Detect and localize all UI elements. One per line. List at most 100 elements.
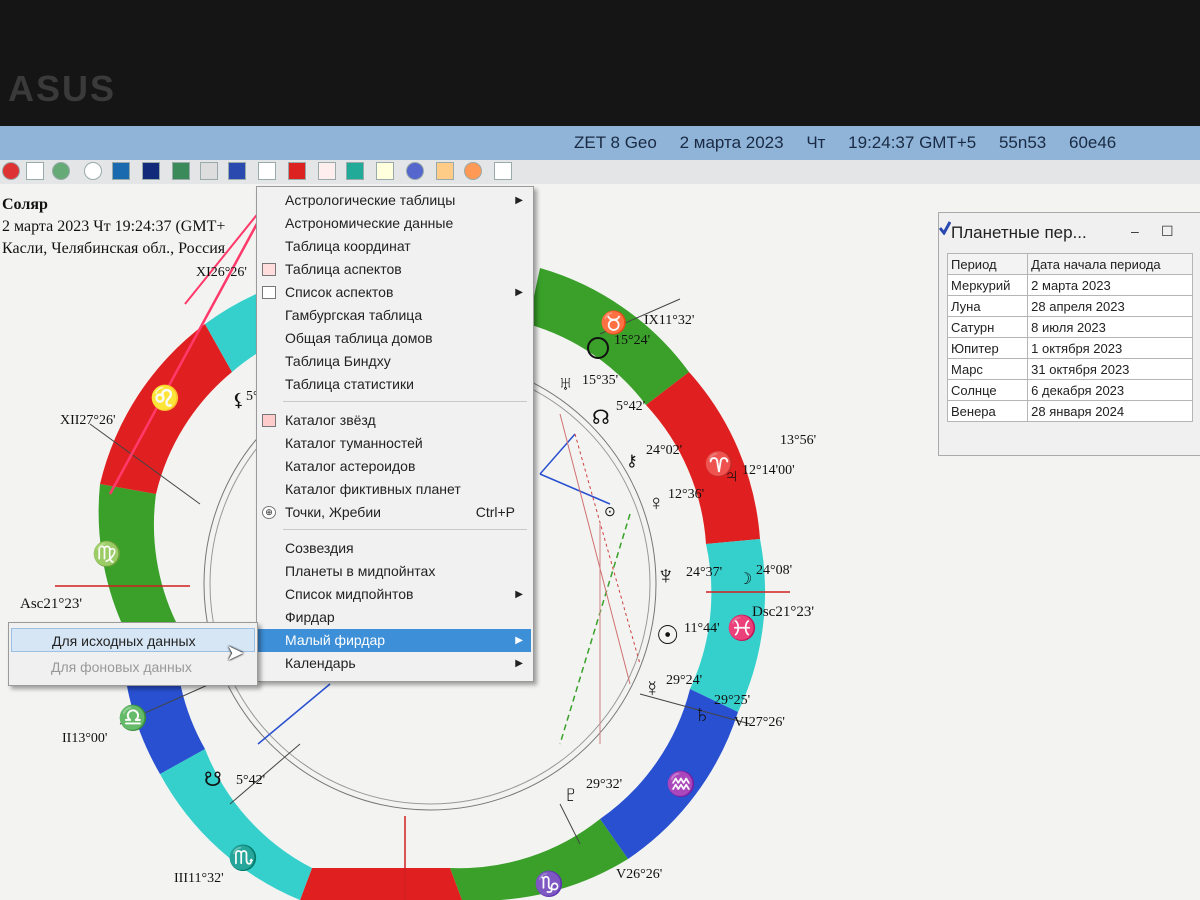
- app-titlebar: ZET 8 Geo 2 марта 2023 Чт 19:24:37 GMT+5…: [0, 126, 1200, 160]
- table-row[interactable]: Луна 28 апреля 2023: [946, 295, 1193, 317]
- taurus-glyph-icon: ♉: [600, 310, 627, 335]
- moon-degree-label: 15°24': [614, 333, 650, 348]
- star-catalog-icon: [262, 414, 276, 427]
- titlebar-lon: 60e46: [1068, 133, 1117, 152]
- toolbar-tables-icon[interactable]: [258, 162, 276, 180]
- titlebar-info: ZET 8 Geo 2 марта 2023 Чт 19:24:37 GMT+5…: [574, 133, 1134, 153]
- toolbar-grid-icon[interactable]: [172, 162, 190, 180]
- toolbar-table-icon[interactable]: [26, 162, 44, 180]
- toolbar-wheel-icon[interactable]: [84, 162, 102, 180]
- chiron-degree-label: 24°02': [646, 443, 682, 458]
- house-5-label: V26°26': [616, 867, 662, 882]
- submenu-item-source-data[interactable]: Для исходных данных: [11, 628, 255, 652]
- laptop-bezel-logo: ASUS: [8, 68, 117, 109]
- points-icon: ⊕: [262, 506, 276, 519]
- table-row[interactable]: Сатурн 8 июля 2023: [946, 316, 1193, 338]
- lilith-glyph-icon: ⚸: [232, 390, 245, 410]
- toolbar-tools-icon[interactable]: [436, 162, 454, 180]
- menu-item-fictitious-planets[interactable]: Каталог фиктивных планет: [257, 478, 531, 501]
- aquarius-glyph-icon: ♒: [666, 770, 696, 798]
- titlebar-weekday: Чт: [806, 133, 826, 152]
- menu-item-points-lots[interactable]: ⊕ Точки, Жребии Ctrl+P: [257, 501, 531, 524]
- menu-item-aspects-list[interactable]: Список аспектов ▶: [257, 281, 531, 304]
- menu-item-constellations[interactable]: Созвездия: [257, 537, 531, 560]
- menu-item-coordinates-table[interactable]: Таблица координат: [257, 235, 531, 258]
- menu-item-calendar[interactable]: Календарь ▶: [257, 652, 531, 675]
- menu-separator: [283, 529, 527, 530]
- south-node-degree-label: 5°42': [236, 773, 265, 788]
- menu-item-planets-midpoints[interactable]: Планеты в мидпойнтах: [257, 560, 531, 583]
- periods-window-title: Планетные пер...: [951, 223, 1087, 242]
- toolbar-print-icon[interactable]: [200, 162, 218, 180]
- chart-date-line: 2 марта 2023 Чт 19:24:37 (GMT+: [2, 218, 226, 235]
- menu-item-statistics-table[interactable]: Таблица статистики: [257, 373, 531, 396]
- toolbar-globe-icon[interactable]: [52, 162, 70, 180]
- moonlike-degree-label: 24°08': [756, 563, 792, 578]
- column-header-period: Период: [946, 253, 1029, 275]
- aspect-line: [257, 683, 331, 745]
- menu-item-astrological-tables[interactable]: Астрологические таблицы ▶: [257, 189, 531, 212]
- table-row[interactable]: Юпитер 1 октября 2023: [946, 337, 1193, 359]
- table-row[interactable]: Солнце 6 декабря 2023: [946, 379, 1193, 401]
- asc-label: Asc21°23': [20, 596, 82, 612]
- house-9-label: IX11°32': [644, 313, 694, 328]
- app-name: ZET 8 Geo: [574, 133, 657, 152]
- menu-item-houses-table[interactable]: Общая таблица домов: [257, 327, 531, 350]
- menu-item-aspects-table[interactable]: Таблица аспектов: [257, 258, 531, 281]
- toolbar-bars-icon[interactable]: [288, 162, 306, 180]
- maximize-button[interactable]: ☐: [1161, 223, 1174, 240]
- minimize-button[interactable]: –: [1131, 223, 1139, 239]
- capricorn-glyph-icon: ♑: [534, 870, 564, 898]
- chiron-glyph-icon: ⚷: [626, 453, 638, 470]
- submenu-item-background-data[interactable]: Для фоновых данных: [11, 655, 255, 679]
- toolbar-sky-icon[interactable]: [142, 162, 160, 180]
- aspect-table-icon: [262, 263, 276, 276]
- menu-separator: [283, 401, 527, 402]
- toolbar-circle-icon[interactable]: [406, 162, 424, 180]
- toolbar-clock-icon[interactable]: [318, 162, 336, 180]
- jupiter-glyph-icon: ♃: [724, 465, 739, 487]
- submenu-arrow-icon: ▶: [515, 635, 523, 646]
- pluto-glyph-icon: ♇: [562, 781, 580, 808]
- uranus-glyph-icon: ♅: [558, 373, 573, 395]
- virgo-glyph-icon: ♍: [92, 540, 122, 568]
- toolbar-chart-icon[interactable]: [346, 162, 364, 180]
- table-row[interactable]: Марс 31 октября 2023: [946, 358, 1193, 380]
- menu-item-bindu-table[interactable]: Таблица Биндху: [257, 350, 531, 373]
- toolbar-sun-icon[interactable]: [464, 162, 482, 180]
- uranus-degree-label: 15°35': [582, 373, 618, 388]
- sign-segment-aries: [646, 372, 760, 544]
- menu-item-hamburg-table[interactable]: Гамбургская таблица: [257, 304, 531, 327]
- list-icon: [262, 286, 276, 299]
- menu-item-firdar[interactable]: Фирдар: [257, 606, 531, 629]
- menu-item-asteroid-catalog[interactable]: Каталог астероидов: [257, 455, 531, 478]
- house-6-label: VI27°26': [734, 715, 785, 730]
- toolbar-note-icon[interactable]: [376, 162, 394, 180]
- menu-item-star-catalog[interactable]: Каталог звёзд: [257, 409, 531, 432]
- table-row[interactable]: Меркурий 2 марта 2023: [946, 274, 1193, 296]
- saturn-glyph-icon: ♄: [693, 701, 711, 728]
- menu-item-small-firdar[interactable]: Малый фирдар ▶: [257, 629, 531, 652]
- menu-item-nebula-catalog[interactable]: Каталог туманностей: [257, 432, 531, 455]
- planetary-periods-window: Планетные пер... – ☐ Период Дата начала …: [938, 212, 1200, 456]
- aspect-line: [539, 433, 576, 475]
- jupiter-degree-label: 12°14'00': [742, 463, 795, 478]
- menu-item-midpoints-list[interactable]: Список мидпойнтов ▶: [257, 583, 531, 606]
- toolbar-map-icon[interactable]: [112, 162, 130, 180]
- column-header-start-date: Дата начала периода: [1027, 253, 1193, 275]
- shortcut-label: Ctrl+P: [475, 504, 515, 520]
- menu-item-astronomical-data[interactable]: Астрономические данные: [257, 212, 531, 235]
- toolbar: [0, 160, 1200, 184]
- toolbar-person-icon[interactable]: [494, 162, 512, 180]
- node-degree-label: 5°42': [616, 399, 645, 414]
- toolbar-gear-icon[interactable]: [2, 162, 20, 180]
- libra-glyph-icon: ♎: [118, 704, 148, 732]
- saturn-degree-label: 29°25': [714, 693, 750, 708]
- table-row[interactable]: Венера 28 января 2024: [946, 400, 1193, 422]
- toolbar-check-icon[interactable]: [228, 162, 246, 180]
- tables-menu: Астрологические таблицы ▶ Астрономические…: [256, 186, 534, 682]
- scorpio-glyph-icon: ♏: [228, 844, 258, 872]
- sun-degree-label: 11°44': [684, 621, 720, 636]
- submenu-arrow-icon: ▶: [515, 195, 523, 206]
- table-header-row: Период Дата начала периода: [946, 253, 1193, 275]
